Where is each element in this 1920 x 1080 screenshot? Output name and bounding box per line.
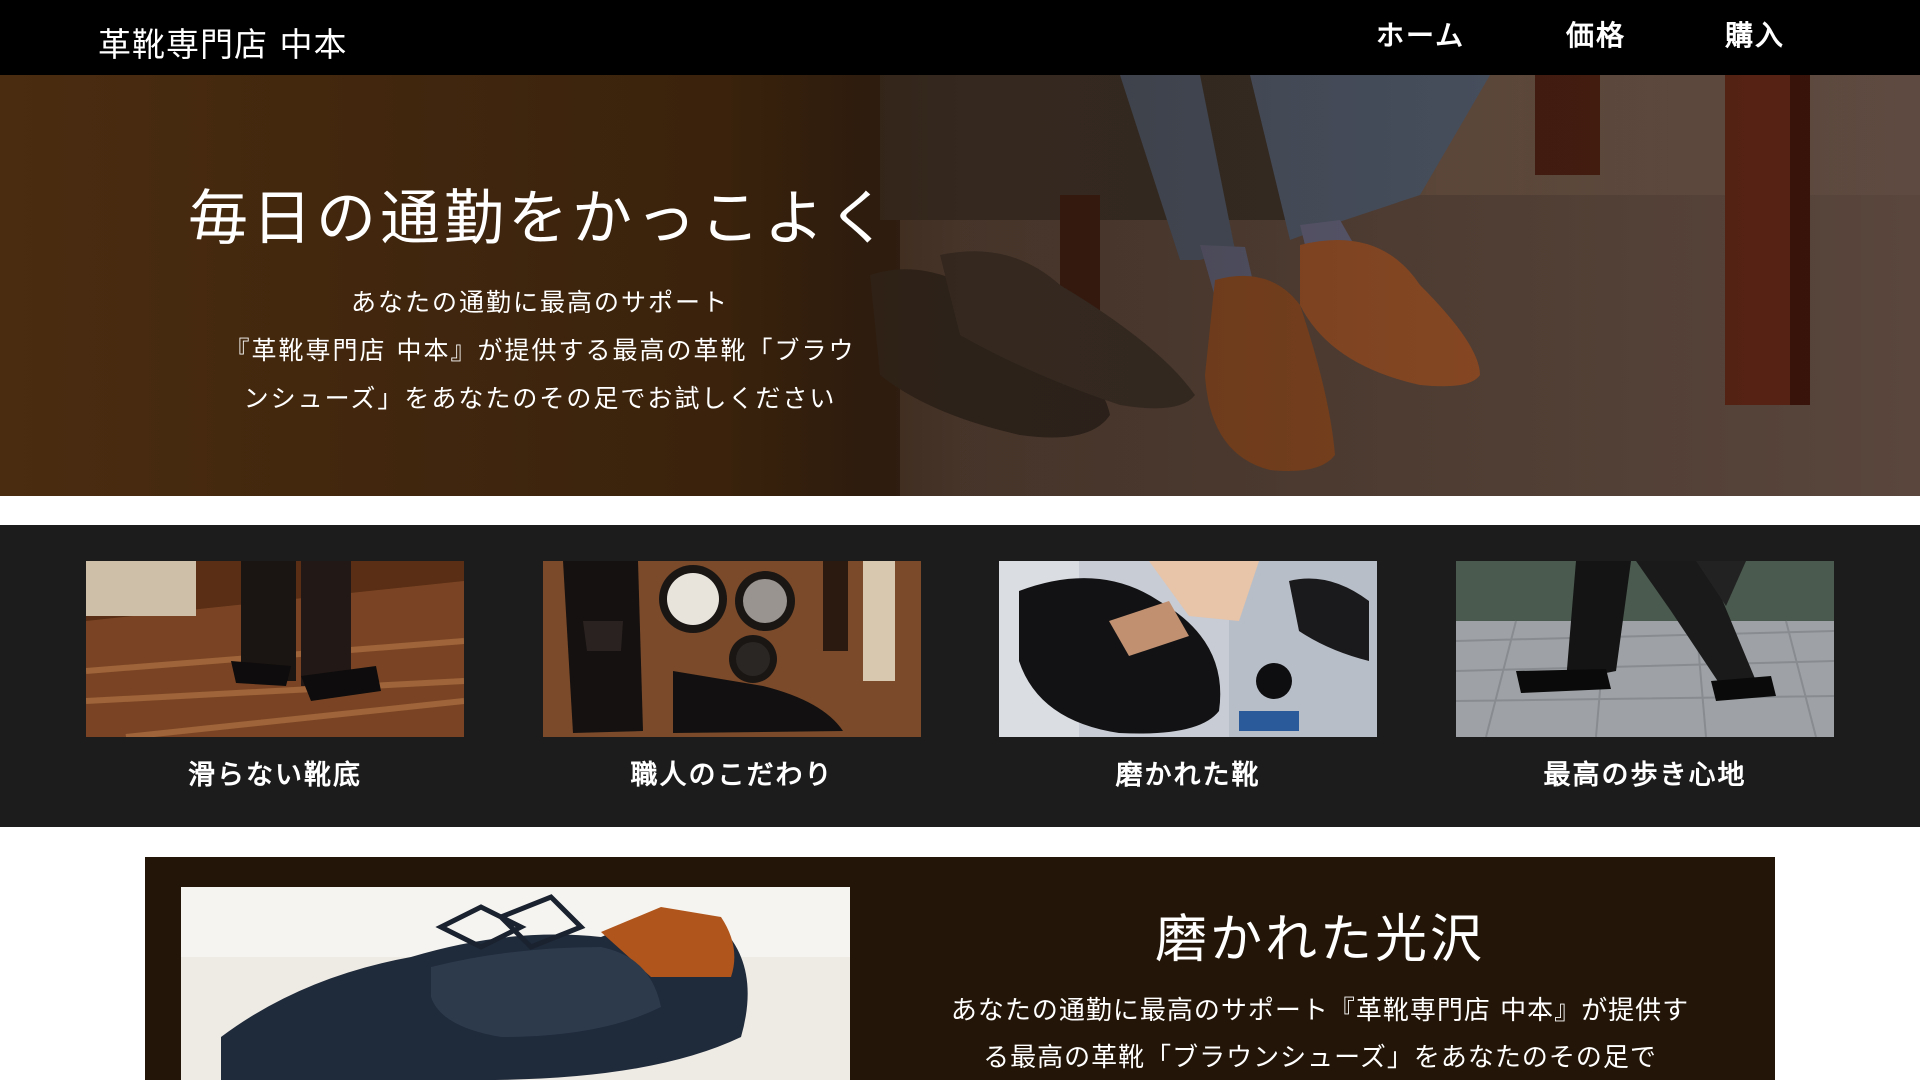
feature-image-non-slip-sole	[86, 561, 464, 737]
feature-caption: 最高の歩き心地	[1543, 760, 1747, 791]
feature-image-walking	[1456, 561, 1834, 737]
feature-caption: 職人のこだわり	[630, 760, 834, 791]
hero-subtitle-line-2: 『革靴専門店 中本』が提供する最高の革靴「ブラウ	[224, 336, 856, 365]
hero-banner: 毎日の通勤をかっこよく あなたの通勤に最高のサポート 『革靴専門店 中本』が提供…	[0, 75, 1920, 496]
feature-image-craftsmanship	[543, 561, 921, 737]
showcase-section: 磨かれた光沢 あなたの通勤に最高のサポート『革靴専門店 中本』が提供する最高の革…	[145, 857, 1775, 1080]
showcase-shoes-photo	[181, 887, 850, 1080]
feature-caption: 磨かれた靴	[1115, 760, 1261, 791]
feature-card[interactable]: 滑らない靴底	[86, 561, 464, 792]
hero-title: 毎日の通勤をかっこよく	[188, 184, 892, 254]
feature-card[interactable]: 磨かれた靴	[999, 561, 1377, 792]
showcase-title: 磨かれた光沢	[1154, 910, 1485, 970]
showcase-body: あなたの通勤に最高のサポート『革靴専門店 中本』が提供する最高の革靴「ブラウンシ…	[950, 996, 1690, 1073]
feature-card[interactable]: 職人のこだわり	[543, 561, 921, 792]
hero-subtitle: あなたの通勤に最高のサポート 『革靴専門店 中本』が提供する最高の革靴「ブラウ …	[170, 279, 910, 423]
nav-link-home[interactable]: ホーム	[1376, 14, 1465, 54]
hero-subtitle-line-1: あなたの通勤に最高のサポート	[350, 288, 729, 317]
site-header: 革靴専門店 中本 ホーム 価格 購入	[0, 0, 1920, 75]
showcase-text: 磨かれた光沢 あなたの通勤に最高のサポート『革靴専門店 中本』が提供する最高の革…	[950, 897, 1690, 1080]
nav-link-purchase[interactable]: 購入	[1725, 14, 1785, 54]
main-nav: ホーム 価格 購入	[0, 14, 1920, 54]
hero-subtitle-line-3: ンシューズ」をあなたのその足でお試しください	[243, 384, 837, 413]
hero-text: 毎日の通勤をかっこよく あなたの通勤に最高のサポート 『革靴専門店 中本』が提供…	[170, 170, 910, 423]
feature-image-polished-shoe	[999, 561, 1377, 737]
feature-caption: 滑らない靴底	[188, 760, 362, 791]
nav-link-price[interactable]: 価格	[1566, 14, 1626, 54]
features-section: 滑らない靴底 職人のこだわり 磨かれた靴 最高の歩き心地	[0, 525, 1920, 827]
feature-card[interactable]: 最高の歩き心地	[1456, 561, 1834, 792]
